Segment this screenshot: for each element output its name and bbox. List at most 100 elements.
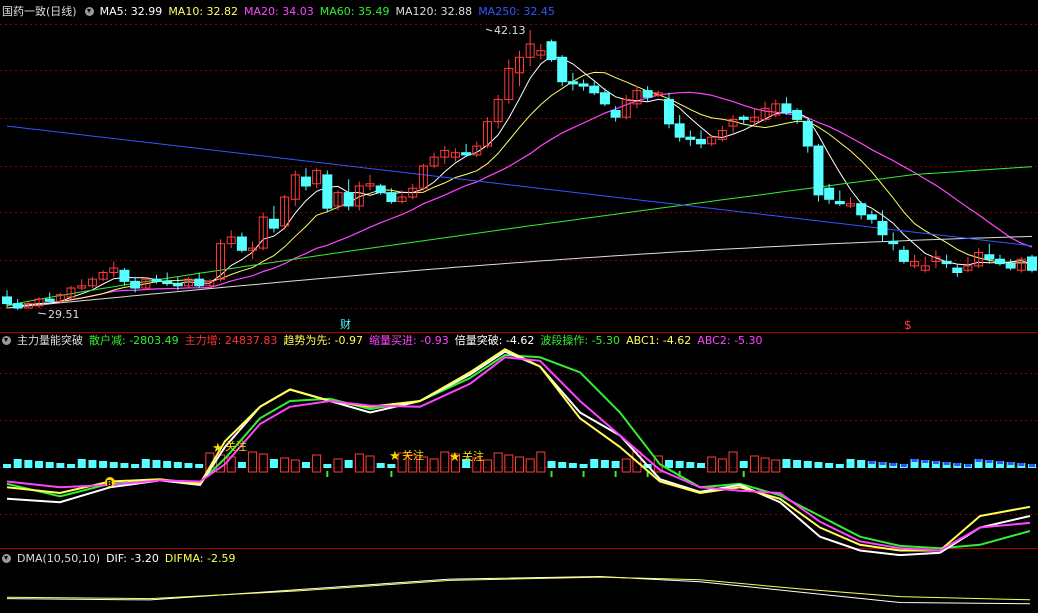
indicator-cap [975, 459, 982, 462]
indicator-bar-up [760, 457, 770, 473]
candle [333, 190, 343, 211]
candle-body-down [898, 249, 909, 262]
candle [109, 261, 119, 277]
indicator-bar-up [717, 458, 727, 473]
candle-body-down [236, 236, 247, 251]
candle [738, 114, 749, 124]
candle-body-down [300, 176, 311, 187]
candle [504, 59, 514, 104]
indicator-bar-down [269, 459, 278, 468]
indicator-cap [922, 460, 929, 463]
indicator-bar-down [141, 459, 150, 468]
candle-body-down [119, 269, 130, 282]
candle-body-down [12, 303, 23, 309]
candle-body-down [952, 267, 963, 274]
indicator-cap [1029, 464, 1035, 467]
high-price-label: 42.13 [494, 24, 526, 37]
indicator-bar-down [163, 461, 172, 468]
candle [813, 143, 824, 202]
candle [418, 163, 428, 191]
high-pointer [485, 28, 493, 32]
indicator-bar-up [365, 455, 375, 473]
svg-text:B: B [107, 479, 113, 488]
candle-body-down [375, 185, 386, 194]
indicator-bar-down [195, 464, 204, 468]
candle-body-down [813, 145, 824, 196]
star-icon: ★ [449, 450, 461, 465]
indicator-bar-down [547, 461, 556, 468]
candle [994, 254, 1005, 266]
indicator-bar-down [793, 460, 802, 468]
candle-body-down [162, 280, 173, 285]
indicator-bar-down [3, 464, 11, 468]
indicator-bar-up [482, 459, 492, 473]
indicator-bar-up [258, 453, 268, 473]
candle [856, 201, 867, 220]
candle-body-down [781, 103, 792, 114]
indicator-bar-down [109, 462, 118, 468]
indicator-bar-down [67, 464, 76, 468]
focus-label: 关注 [462, 449, 484, 463]
focus-label: 关注 [402, 448, 424, 462]
candle [546, 39, 557, 62]
candle [493, 95, 503, 129]
indicator-bar-down [301, 462, 310, 468]
candle-body-down [888, 240, 899, 245]
candlestick-series[interactable] [2, 28, 1037, 315]
indicator-tick [742, 471, 745, 477]
candle [877, 210, 888, 242]
indicator-tick [582, 471, 585, 477]
low-price-label: 29.51 [48, 308, 80, 321]
indicator-cap [932, 461, 939, 464]
candle [888, 232, 899, 251]
candle [525, 30, 535, 67]
candle [685, 130, 696, 147]
candle [194, 272, 205, 289]
indicator-bar-down [825, 463, 834, 468]
candle [98, 270, 108, 282]
candle-body-down [941, 260, 952, 265]
candle-body-down [642, 90, 653, 98]
indicator-bar-up [333, 458, 343, 473]
indicator-bar-up [504, 454, 514, 473]
indicator-bar-up [749, 455, 759, 473]
candle [365, 174, 375, 191]
indicator-bar-up [280, 457, 290, 473]
indicator-tick [614, 471, 617, 477]
candle-body-down [824, 187, 835, 200]
dma-lines [6, 575, 1031, 605]
ma20-line [6, 91, 1033, 307]
candle-body-down [738, 116, 749, 120]
indicator-bar-down [152, 460, 161, 468]
candle [567, 72, 578, 91]
finance-event-marker[interactable]: 财 [340, 317, 351, 331]
ma60-line [6, 166, 1033, 307]
candle-body-down [877, 220, 888, 236]
candle [1027, 254, 1037, 273]
candle-body-down [610, 110, 621, 118]
indicator-bar-down [120, 463, 129, 468]
candle [268, 205, 279, 233]
candle-body-down [1005, 263, 1016, 269]
candle-body-down [994, 258, 1005, 265]
moving-average-lines [6, 55, 1033, 309]
indicator-bar-down [131, 464, 140, 468]
candle-body-down [834, 201, 845, 205]
candle [461, 143, 472, 158]
indicator-cap [964, 464, 971, 467]
grid-lines [0, 24, 1038, 549]
candle-body-down [802, 121, 813, 147]
ma5-line [6, 55, 1033, 307]
dividend-event-marker[interactable]: $ [904, 318, 912, 332]
indicator-bars [3, 451, 1036, 477]
indicator-cap [1007, 462, 1014, 465]
indicator-bar-down [814, 462, 823, 468]
stock-chart-canvas[interactable]: 42.13 29.51 财 $ ★ 关注 ★ 关注 ★ 关注 B [0, 0, 1038, 613]
candle-body-down [567, 81, 578, 85]
candle [578, 79, 589, 91]
candle [429, 152, 439, 169]
candle-body-down [172, 283, 183, 287]
candle [771, 99, 781, 118]
indicator-cap [890, 463, 897, 466]
indicator-bar-down [782, 459, 791, 468]
